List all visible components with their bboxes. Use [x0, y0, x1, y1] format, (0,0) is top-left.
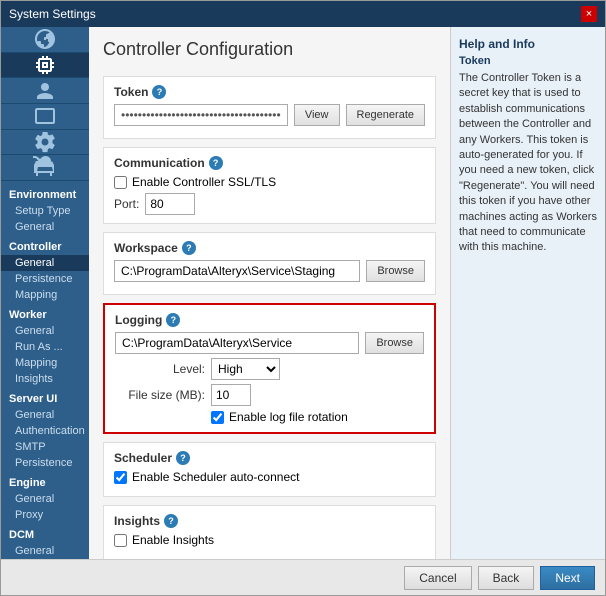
insights-label: Insights ?	[114, 514, 425, 528]
sidebar-group-worker[interactable]: Worker	[1, 303, 89, 323]
regenerate-button[interactable]: Regenerate	[346, 104, 426, 126]
sidebar-group-engine[interactable]: Engine	[1, 471, 89, 491]
filesize-input[interactable]	[211, 384, 251, 406]
sidebar-icon-serverui[interactable]	[1, 104, 89, 130]
sidebar-item-serverui-persistence[interactable]: Persistence	[1, 455, 89, 471]
sidebar-item-insights[interactable]: Insights	[1, 371, 89, 387]
enable-insights-checkbox[interactable]	[114, 534, 127, 547]
logging-help-icon[interactable]: ?	[166, 313, 180, 327]
communication-section: Communication ? Enable Controller SSL/TL…	[103, 147, 436, 224]
level-label: Level:	[115, 362, 205, 376]
token-label: Token ?	[114, 85, 425, 99]
main-content: Environment Setup Type General Controlle…	[1, 27, 605, 559]
sidebar-item-persistence[interactable]: Persistence	[1, 271, 89, 287]
filesize-label: File size (MB):	[115, 388, 205, 402]
sidebar-group-serverui[interactable]: Server UI	[1, 387, 89, 407]
sidebar-item-env-general[interactable]: General	[1, 219, 89, 235]
sidebar-icon-environment[interactable]	[1, 27, 89, 53]
autoconnect-checkbox[interactable]	[114, 471, 127, 484]
sidebar-item-ctrl-general[interactable]: General	[1, 255, 89, 271]
logging-label: Logging ?	[115, 313, 424, 327]
sidebar-item-worker-general[interactable]: General	[1, 323, 89, 339]
logging-path-row: Browse	[115, 332, 424, 354]
rotation-label: Enable log file rotation	[229, 410, 348, 424]
sidebar-icon-worker[interactable]	[1, 78, 89, 104]
enable-ssl-label: Enable Controller SSL/TLS	[132, 175, 276, 189]
scheduler-section: Scheduler ? Enable Scheduler auto-connec…	[103, 442, 436, 497]
insights-section: Insights ? Enable Insights	[103, 505, 436, 559]
footer: Cancel Back Next	[1, 559, 605, 595]
cancel-button[interactable]: Cancel	[404, 566, 471, 590]
enable-insights-row: Enable Insights	[114, 533, 425, 547]
help-panel: Help and Info Token The Controller Token…	[450, 27, 605, 559]
scheduler-help-icon[interactable]: ?	[176, 451, 190, 465]
port-input[interactable]	[145, 193, 195, 215]
help-panel-subtitle: Token	[459, 55, 597, 67]
help-panel-title: Help and Info	[459, 37, 597, 51]
autoconnect-label: Enable Scheduler auto-connect	[132, 470, 299, 484]
level-select[interactable]: High Medium Low	[211, 358, 280, 380]
page-title: Controller Configuration	[103, 39, 436, 60]
token-row: View Regenerate	[114, 104, 425, 126]
sidebar-item-engine-general[interactable]: General	[1, 491, 89, 507]
sidebar-item-worker-mapping[interactable]: Mapping	[1, 355, 89, 371]
token-help-icon[interactable]: ?	[152, 85, 166, 99]
sidebar-group-dcm[interactable]: DCM	[1, 523, 89, 543]
window-title: System Settings	[9, 7, 96, 21]
logging-details: Level: High Medium Low File size (MB):	[115, 358, 424, 424]
sidebar-item-serverui-general[interactable]: General	[1, 407, 89, 423]
sidebar-icon-dcm[interactable]	[1, 155, 89, 181]
content-area: Controller Configuration Token ? View Re…	[89, 27, 450, 559]
workspace-path-row: Browse	[114, 260, 425, 282]
logging-section: Logging ? Browse Level: High Medium	[103, 303, 436, 434]
enable-ssl-checkbox[interactable]	[114, 176, 127, 189]
ssl-checkbox-row: Enable Controller SSL/TLS	[114, 175, 425, 189]
workspace-help-icon[interactable]: ?	[182, 241, 196, 255]
communication-help-icon[interactable]: ?	[209, 156, 223, 170]
workspace-section: Workspace ? Browse	[103, 232, 436, 295]
scheduler-label: Scheduler ?	[114, 451, 425, 465]
sidebar-item-mapping[interactable]: Mapping	[1, 287, 89, 303]
insights-help-icon[interactable]: ?	[164, 514, 178, 528]
close-button[interactable]: ×	[581, 6, 597, 22]
filesize-row: File size (MB):	[115, 384, 424, 406]
enable-insights-label: Enable Insights	[132, 533, 214, 547]
sidebar-item-proxy[interactable]: Proxy	[1, 507, 89, 523]
level-row: Level: High Medium Low	[115, 358, 424, 380]
sidebar-item-authentication[interactable]: Authentication	[1, 423, 89, 439]
sidebar-icon-engine[interactable]	[1, 130, 89, 156]
system-settings-window: System Settings ×	[0, 0, 606, 596]
token-section: Token ? View Regenerate	[103, 76, 436, 139]
workspace-browse-button[interactable]: Browse	[366, 260, 425, 282]
sidebar-item-smtp[interactable]: SMTP	[1, 439, 89, 455]
rotation-checkbox[interactable]	[211, 411, 224, 424]
rotation-row: Enable log file rotation	[211, 410, 424, 424]
port-label: Port:	[114, 197, 139, 211]
view-button[interactable]: View	[294, 104, 340, 126]
sidebar-item-run-as[interactable]: Run As ...	[1, 339, 89, 355]
sidebar-item-dcm-general[interactable]: General	[1, 543, 89, 559]
workspace-path-input[interactable]	[114, 260, 360, 282]
sidebar: Environment Setup Type General Controlle…	[1, 27, 89, 559]
logging-browse-button[interactable]: Browse	[365, 332, 424, 354]
port-row: Port:	[114, 193, 425, 215]
sidebar-icon-controller[interactable]	[1, 53, 89, 79]
sidebar-group-environment[interactable]: Environment	[1, 183, 89, 203]
communication-label: Communication ?	[114, 156, 425, 170]
title-bar: System Settings ×	[1, 1, 605, 27]
autoconnect-row: Enable Scheduler auto-connect	[114, 470, 425, 484]
sidebar-item-setup-type[interactable]: Setup Type	[1, 203, 89, 219]
next-button[interactable]: Next	[540, 566, 595, 590]
token-field[interactable]	[114, 104, 288, 126]
logging-path-input[interactable]	[115, 332, 359, 354]
right-panel: Controller Configuration Token ? View Re…	[89, 27, 605, 559]
workspace-label: Workspace ?	[114, 241, 425, 255]
back-button[interactable]: Back	[478, 566, 535, 590]
help-panel-text: The Controller Token is a secret key tha…	[459, 71, 597, 256]
sidebar-group-controller[interactable]: Controller	[1, 235, 89, 255]
